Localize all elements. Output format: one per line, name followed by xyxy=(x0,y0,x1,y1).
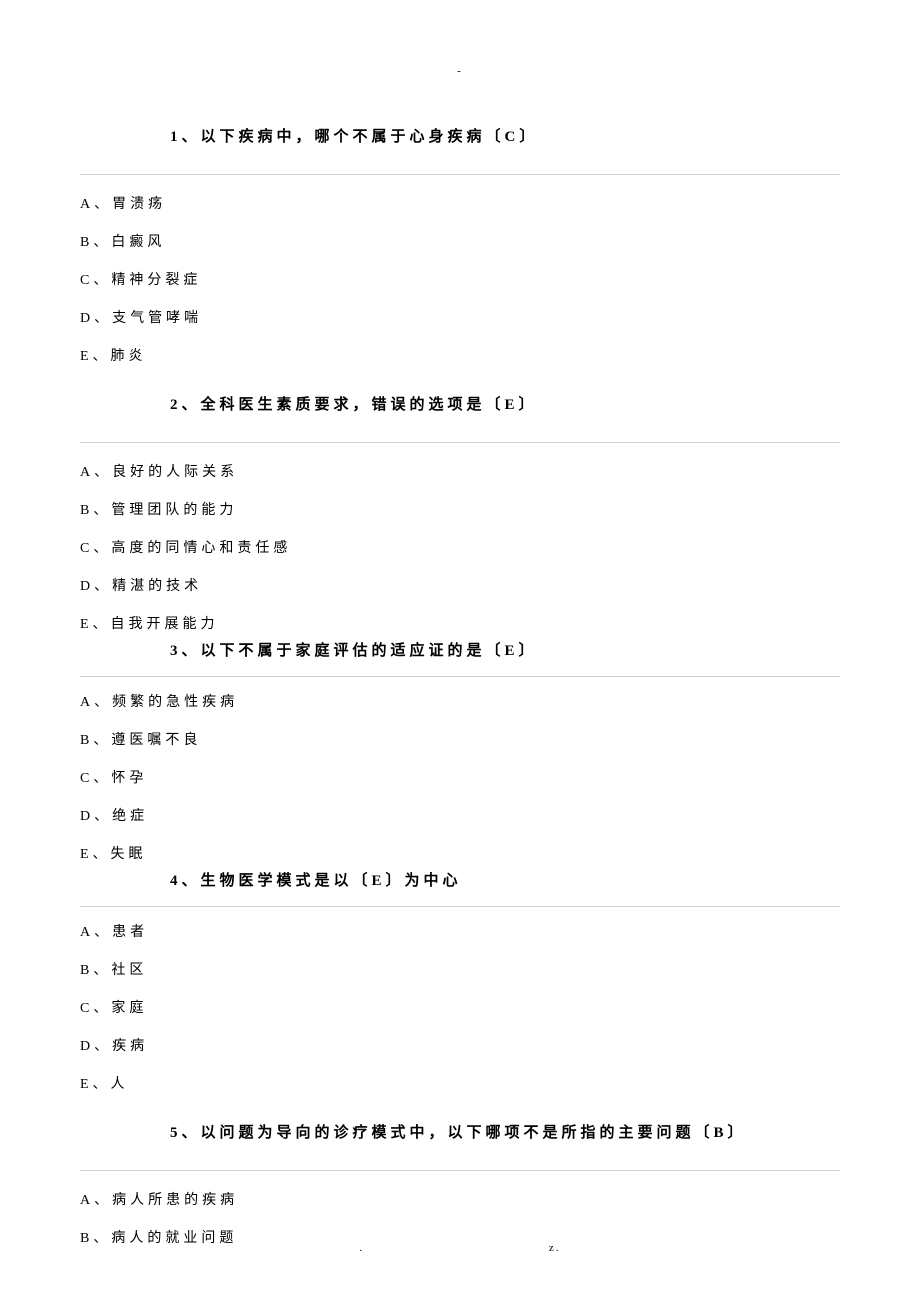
option: A、病人所患的疾病 xyxy=(80,1189,840,1209)
option: A、胃溃疡 xyxy=(80,193,840,213)
question-title: 1、以下疾病中，哪个不属于心身疾病〔C〕 xyxy=(80,125,840,146)
option: D、绝症 xyxy=(80,805,840,825)
option: D、精湛的技术 xyxy=(80,575,840,595)
option: B、遵医嘱不良 xyxy=(80,729,840,749)
question-title: 5、以问题为导向的诊疗模式中，以下哪项不是所指的主要问题〔B〕 xyxy=(80,1121,840,1142)
option: E、肺炎 xyxy=(80,345,840,365)
document-page: - 1、以下疾病中，哪个不属于心身疾病〔C〕 A、胃溃疡 B、白癜风 C、精神分… xyxy=(0,0,920,1315)
divider xyxy=(80,676,840,677)
option: D、支气管哮喘 xyxy=(80,307,840,327)
option: C、家庭 xyxy=(80,997,840,1017)
divider xyxy=(80,1170,840,1171)
option: B、白癜风 xyxy=(80,231,840,251)
top-mark: - xyxy=(80,65,840,77)
page-footer: . z. xyxy=(0,1242,920,1254)
option: E、失眠 xyxy=(80,843,840,863)
divider xyxy=(80,442,840,443)
option: B、社区 xyxy=(80,959,840,979)
option: C、高度的同情心和责任感 xyxy=(80,537,840,557)
option: A、良好的人际关系 xyxy=(80,461,840,481)
option: A、患者 xyxy=(80,921,840,941)
question-title: 3、以下不属于家庭评估的适应证的是〔E〕 xyxy=(80,639,840,660)
option: C、怀孕 xyxy=(80,767,840,787)
divider xyxy=(80,174,840,175)
option: C、精神分裂症 xyxy=(80,269,840,289)
divider xyxy=(80,906,840,907)
question-block: 1、以下疾病中，哪个不属于心身疾病〔C〕 A、胃溃疡 B、白癜风 C、精神分裂症… xyxy=(80,125,840,365)
option: A、频繁的急性疾病 xyxy=(80,691,840,711)
question-block: 5、以问题为导向的诊疗模式中，以下哪项不是所指的主要问题〔B〕 A、病人所患的疾… xyxy=(80,1121,840,1247)
option: B、管理团队的能力 xyxy=(80,499,840,519)
option: D、疾病 xyxy=(80,1035,840,1055)
footer-left: . xyxy=(359,1242,364,1254)
question-title: 4、生物医学模式是以〔E〕为中心 xyxy=(80,869,840,890)
question-title: 2、全科医生素质要求，错误的选项是〔E〕 xyxy=(80,393,840,414)
footer-right: z. xyxy=(549,1242,561,1254)
question-block: 2、全科医生素质要求，错误的选项是〔E〕 A、良好的人际关系 B、管理团队的能力… xyxy=(80,393,840,1093)
option: E、自我开展能力 xyxy=(80,613,840,633)
option: E、人 xyxy=(80,1073,840,1093)
